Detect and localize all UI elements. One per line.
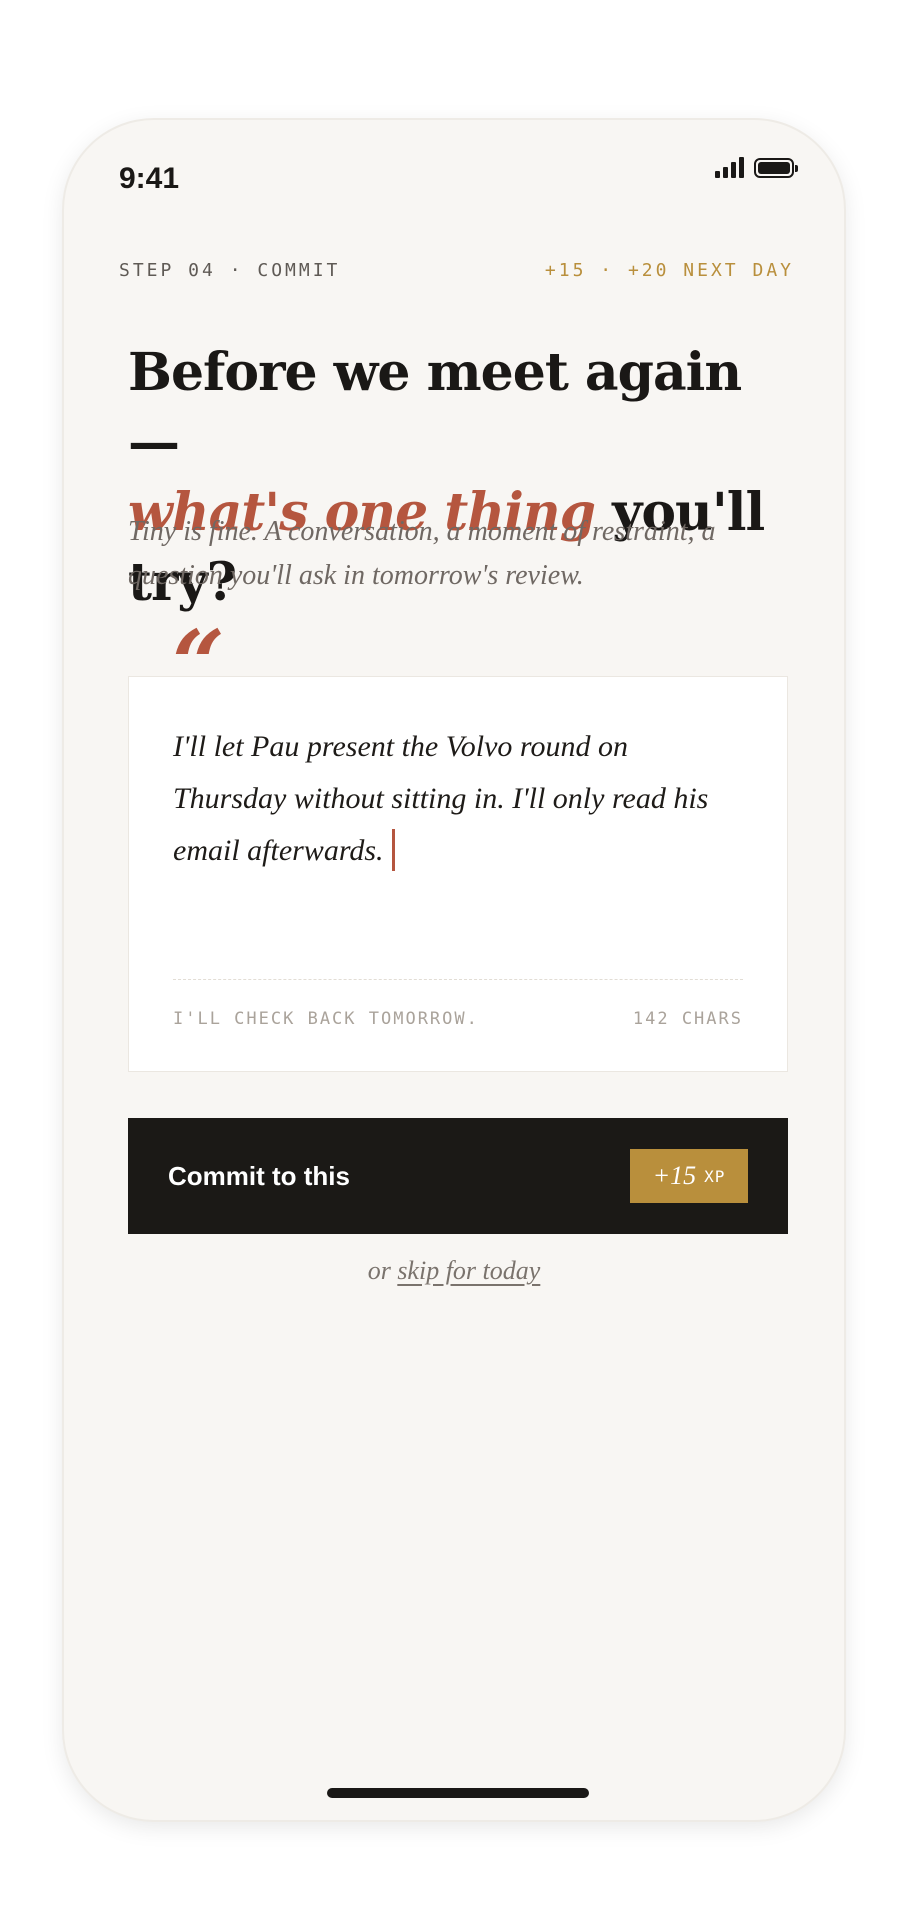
skip-row: or skip for today [64,1256,844,1286]
home-indicator[interactable] [327,1788,589,1798]
xp-reward-label: +15 · +20 NEXT DAY [544,260,794,281]
status-time: 9:41 [119,162,180,195]
commit-button-label: Commit to this [168,1160,350,1191]
commitment-text: I'll let Pau present the Volvo round on … [173,730,709,867]
headline-line-1: Before we meet again — [128,342,742,473]
page-subtitle: Tiny is fine. A conversation, a moment o… [128,516,716,591]
step-header: STEP 04 · COMMIT +15 · +20 NEXT DAY [119,260,794,281]
status-icons [715,156,798,178]
xp-unit: XP [704,1166,726,1186]
step-label: STEP 04 · COMMIT [119,260,341,281]
xp-badge: +15 XP [630,1149,748,1203]
char-count: 142 CHARS [632,1009,743,1029]
text-cursor [391,829,395,872]
battery-icon [754,158,798,178]
status-bar: 9:41 [64,120,844,230]
check-back-note: I'LL CHECK BACK TOMORROW. [173,1009,479,1029]
skip-prefix: or [367,1256,398,1285]
commitment-card[interactable]: I'll let Pau present the Volvo round on … [128,676,788,1072]
commit-button[interactable]: Commit to this +15 XP [128,1118,788,1234]
signal-icon [715,156,744,178]
card-footer: I'LL CHECK BACK TOMORROW. 142 CHARS [173,1009,743,1029]
commitment-text-input[interactable]: I'll let Pau present the Volvo round on … [173,721,747,877]
xp-amount: +15 [652,1161,697,1190]
card-divider [173,979,743,980]
skip-for-today-link[interactable]: skip for today [397,1256,540,1285]
phone-frame: 9:41 STEP 04 · COMMIT +15 · +20 NEXT DAY… [64,120,844,1820]
